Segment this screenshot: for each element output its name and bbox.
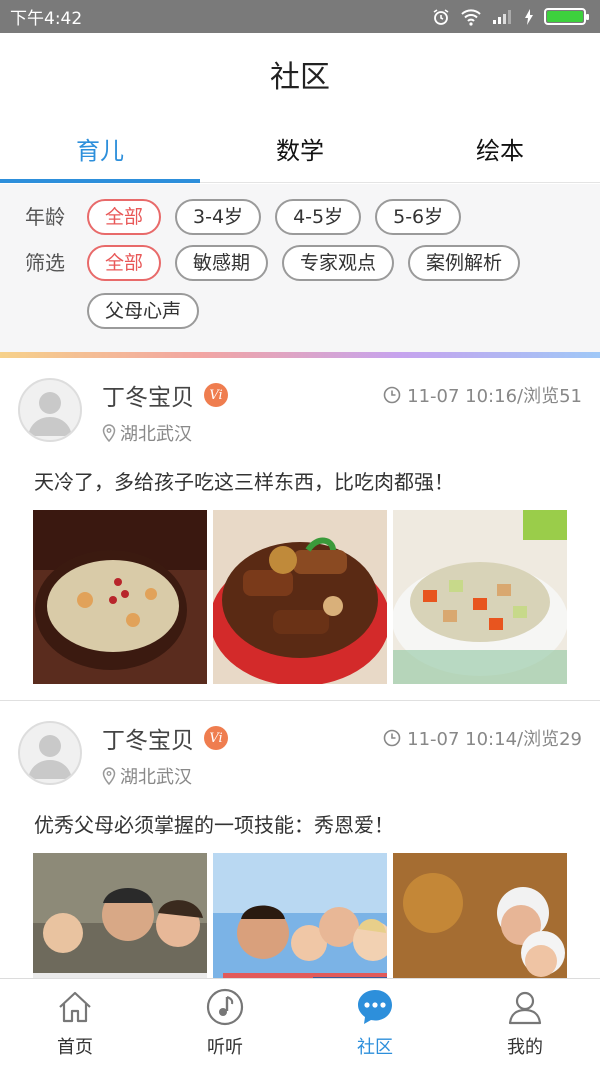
age-chip-all[interactable]: 全部 xyxy=(87,199,162,235)
location-pin-icon xyxy=(102,767,116,785)
family-kiss-photo[interactable] xyxy=(33,853,207,978)
location: 湖北武汉 xyxy=(102,763,192,789)
bottom-tab-listen-label: 听听 xyxy=(207,1037,243,1058)
topic-chip-expert-view[interactable]: 专家观点 xyxy=(282,245,395,281)
post-feed[interactable]: 丁冬宝贝 Vi 11-07 10:16/浏览51 湖北武汉 天冷了，多给孩子吃这… xyxy=(0,358,600,978)
bottom-tab-home[interactable]: 首页 xyxy=(0,979,150,1067)
author-name[interactable]: 丁冬宝贝 xyxy=(102,721,194,755)
post-meta: 11-07 10:16/浏览51 xyxy=(383,382,582,408)
avatar[interactable] xyxy=(18,721,82,785)
clock-icon xyxy=(383,386,401,404)
age-filter-row: 年龄 全部 3-4岁 4-5岁 5-6岁 xyxy=(0,199,600,235)
location-text: 湖北武汉 xyxy=(120,424,192,445)
bottom-tab-me[interactable]: 我的 xyxy=(450,979,600,1067)
post-card[interactable]: 丁冬宝贝 Vi 11-07 10:16/浏览51 湖北武汉 天冷了，多给孩子吃这… xyxy=(0,358,600,701)
topic-chip-all[interactable]: 全部 xyxy=(87,245,162,281)
tab-math[interactable]: 数学 xyxy=(200,115,400,182)
home-icon xyxy=(59,991,91,1023)
age-chip-4-5[interactable]: 4-5岁 xyxy=(275,199,362,235)
status-time: 下午4:42 xyxy=(10,9,83,29)
signal-icon xyxy=(493,9,511,24)
topic-chip-sensitive-period[interactable]: 敏感期 xyxy=(175,245,269,281)
battery-icon xyxy=(544,8,589,25)
age-chip-5-6[interactable]: 5-6岁 xyxy=(375,199,462,235)
bottom-tab-home-label: 首页 xyxy=(57,1037,93,1058)
author-row: 丁冬宝贝 Vi xyxy=(102,378,228,412)
category-tabs: 育儿 数学 绘本 xyxy=(0,115,600,183)
wifi-icon xyxy=(461,8,481,26)
tab-picture-books[interactable]: 绘本 xyxy=(400,115,600,182)
tab-parenting[interactable]: 育儿 xyxy=(0,115,200,183)
filter-panel: 年龄 全部 3-4岁 4-5岁 5-6岁 筛选 全部 敏感期 专家观点 案例解析… xyxy=(0,184,600,352)
braised-ribs-photo[interactable] xyxy=(213,510,387,684)
avatar[interactable] xyxy=(18,378,82,442)
happy-family-photo[interactable] xyxy=(213,853,387,978)
post-images xyxy=(33,853,567,978)
clock-icon xyxy=(383,729,401,747)
post-time-views: 11-07 10:16/浏览51 xyxy=(407,386,582,407)
verified-badge-icon: Vi xyxy=(204,726,228,750)
person-icon xyxy=(508,991,542,1025)
post-text[interactable]: 优秀父母必须掌握的一项技能：秀恩爱！ xyxy=(34,809,394,838)
location-text: 湖北武汉 xyxy=(120,767,192,788)
charging-icon xyxy=(525,8,533,25)
topic-filter-row: 筛选 全部 敏感期 专家观点 案例解析 父母心声 xyxy=(0,245,600,329)
alarm-icon xyxy=(433,8,449,25)
status-bar: 下午4:42 xyxy=(0,0,600,33)
elderly-couple-photo[interactable] xyxy=(393,853,567,978)
topic-filter-label: 筛选 xyxy=(25,251,65,275)
author-name[interactable]: 丁冬宝贝 xyxy=(102,378,194,412)
post-time-views: 11-07 10:14/浏览29 xyxy=(407,729,582,750)
verified-badge-icon: Vi xyxy=(204,383,228,407)
location-pin-icon xyxy=(102,424,116,442)
post-images xyxy=(33,510,567,684)
default-avatar-icon xyxy=(28,735,72,779)
porridge-photo[interactable] xyxy=(33,510,207,684)
bottom-tab-community-label: 社区 xyxy=(357,1037,393,1058)
topic-chip-parent-voice[interactable]: 父母心声 xyxy=(87,293,200,329)
default-avatar-icon xyxy=(28,392,72,436)
music-note-icon xyxy=(206,988,244,1026)
bottom-tab-community[interactable]: 社区 xyxy=(300,979,450,1067)
topic-chip-case-analysis[interactable]: 案例解析 xyxy=(408,245,521,281)
page-title: 社区 xyxy=(0,33,600,115)
bottom-tab-listen[interactable]: 听听 xyxy=(150,979,300,1067)
age-label: 年龄 xyxy=(25,205,65,229)
author-row: 丁冬宝贝 Vi xyxy=(102,721,228,755)
post-meta: 11-07 10:14/浏览29 xyxy=(383,725,582,751)
diced-vegetables-photo[interactable] xyxy=(393,510,567,684)
age-chip-3-4[interactable]: 3-4岁 xyxy=(175,199,262,235)
bottom-tab-me-label: 我的 xyxy=(507,1037,543,1058)
status-icons xyxy=(432,8,589,26)
post-card[interactable]: 丁冬宝贝 Vi 11-07 10:14/浏览29 湖北武汉 优秀父母必须掌握的一… xyxy=(0,701,600,978)
post-text[interactable]: 天冷了，多给孩子吃这三样东西，比吃肉都强！ xyxy=(34,466,454,495)
location: 湖北武汉 xyxy=(102,420,192,446)
chat-bubble-icon xyxy=(358,990,392,1024)
bottom-tab-bar: 首页 听听 社区 我的 xyxy=(0,978,600,1067)
